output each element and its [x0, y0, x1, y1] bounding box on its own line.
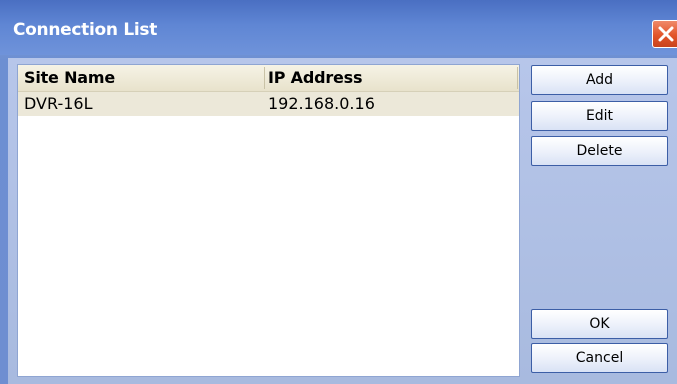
delete-button[interactable]: Delete [531, 136, 668, 166]
close-icon [658, 26, 674, 42]
ok-button[interactable]: OK [531, 309, 668, 339]
edit-button[interactable]: Edit [531, 101, 668, 131]
window-title: Connection List [13, 20, 158, 40]
list-row[interactable]: DVR-16L 192.168.0.16 [18, 92, 519, 116]
cell-site-name: DVR-16L [24, 94, 93, 113]
title-bar[interactable]: Connection List [0, 0, 677, 55]
close-button[interactable] [652, 20, 677, 48]
cell-ip-address: 192.168.0.16 [268, 94, 375, 113]
list-header: Site Name IP Address [18, 65, 519, 92]
cancel-button[interactable]: Cancel [531, 343, 668, 373]
column-header-site-name[interactable]: Site Name [24, 68, 115, 87]
column-divider[interactable] [264, 67, 265, 89]
connection-list[interactable]: Site Name IP Address DVR-16L 192.168.0.1… [17, 64, 520, 377]
add-button[interactable]: Add [531, 65, 668, 95]
column-header-ip-address[interactable]: IP Address [268, 68, 363, 87]
connection-list-dialog: Connection List Site Name IP Address DVR… [0, 0, 677, 384]
column-divider[interactable] [517, 67, 518, 89]
